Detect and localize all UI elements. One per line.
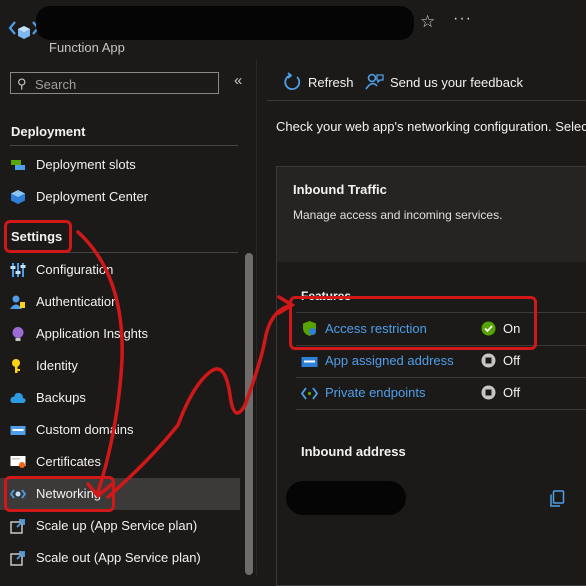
sidebar-item-label: Application Insights bbox=[36, 326, 149, 341]
search-input[interactable] bbox=[33, 74, 217, 94]
sidebar-item-label: Certificates bbox=[36, 454, 102, 469]
more-options-icon[interactable]: ··· bbox=[453, 10, 472, 28]
section-divider bbox=[10, 145, 238, 146]
sidebar-item-backups[interactable]: Backups bbox=[0, 382, 240, 414]
inbound-traffic-subtitle: Manage access and incoming services. bbox=[293, 208, 503, 222]
pane-divider bbox=[256, 60, 257, 575]
toolbar-divider bbox=[267, 100, 586, 101]
scale-out-icon bbox=[10, 551, 25, 566]
app-assigned-address-link[interactable]: App assigned address bbox=[325, 353, 454, 368]
annotation-box-access-restriction bbox=[289, 296, 537, 350]
custom-domains-icon bbox=[10, 426, 26, 435]
deployment-slots-icon bbox=[11, 160, 25, 170]
sidebar-item-label: Authentication bbox=[36, 294, 119, 309]
feature-row-divider bbox=[296, 409, 586, 410]
scale-up-icon bbox=[10, 519, 25, 534]
deployment-center-icon bbox=[11, 190, 25, 204]
sidebar-item-custom-domains[interactable]: Custom domains bbox=[0, 414, 240, 446]
section-deployment: Deployment bbox=[11, 124, 86, 139]
redacted-app-name bbox=[36, 6, 414, 40]
sidebar-item-scale-up[interactable]: Scale up (App Service plan) bbox=[0, 510, 240, 542]
app-type-subtitle: Function App bbox=[49, 40, 125, 55]
feature-row-divider bbox=[296, 377, 586, 378]
annotation-box-networking bbox=[4, 476, 115, 512]
sidebar-item-label: Scale out (App Service plan) bbox=[36, 550, 201, 565]
sidebar-scrollbar-thumb[interactable] bbox=[245, 253, 253, 575]
page-description: Check your web app's networking configur… bbox=[276, 119, 586, 134]
feedback-button[interactable]: Send us your feedback bbox=[390, 75, 523, 90]
refresh-button[interactable]: Refresh bbox=[308, 75, 354, 90]
inbound-traffic-title: Inbound Traffic bbox=[293, 182, 387, 197]
identity-icon bbox=[12, 359, 20, 373]
sidebar-item-configuration[interactable]: Configuration bbox=[0, 254, 240, 286]
sidebar-item-label: Backups bbox=[36, 390, 86, 405]
redacted-inbound-address bbox=[286, 481, 406, 515]
sidebar-item-label: Scale up (App Service plan) bbox=[36, 518, 198, 533]
sidebar-item-identity[interactable]: Identity bbox=[0, 350, 240, 382]
status-off-icon bbox=[481, 385, 496, 400]
sidebar-item-label: Deployment slots bbox=[36, 157, 136, 172]
app-assigned-address-icon bbox=[301, 353, 318, 370]
backups-icon bbox=[10, 392, 26, 403]
sidebar-item-label: Deployment Center bbox=[36, 189, 148, 204]
feedback-icon[interactable] bbox=[364, 72, 384, 92]
sidebar-item-label: Identity bbox=[36, 358, 78, 373]
collapse-sidebar-icon[interactable]: « bbox=[234, 72, 242, 89]
configuration-icon bbox=[10, 263, 26, 277]
certificates-icon bbox=[10, 456, 26, 468]
sidebar-item-deployment-slots[interactable]: Deployment slots bbox=[0, 149, 240, 181]
copy-icon[interactable] bbox=[548, 490, 566, 508]
sidebar-item-authentication[interactable]: Authentication bbox=[0, 286, 240, 318]
sidebar-item-certificates[interactable]: Certificates bbox=[0, 446, 240, 478]
sidebar-item-label: Custom domains bbox=[36, 422, 134, 437]
sidebar-item-label: Configuration bbox=[36, 262, 114, 277]
favorite-star-icon[interactable]: ☆ bbox=[420, 12, 435, 32]
application-insights-icon bbox=[12, 327, 24, 341]
refresh-icon[interactable] bbox=[282, 72, 302, 92]
sidebar-item-scale-out[interactable]: Scale out (App Service plan) bbox=[0, 542, 240, 574]
private-endpoints-link[interactable]: Private endpoints bbox=[325, 385, 425, 400]
annotation-box-settings bbox=[4, 220, 72, 253]
status-off-icon bbox=[481, 353, 496, 368]
sidebar-search-box[interactable]: ⚲ bbox=[10, 72, 219, 94]
inbound-address-heading: Inbound address bbox=[301, 444, 406, 459]
app-assigned-address-status: Off bbox=[503, 353, 521, 368]
search-icon: ⚲ bbox=[17, 76, 27, 91]
authentication-icon bbox=[10, 295, 25, 309]
sidebar-item-application-insights[interactable]: Application Insights bbox=[0, 318, 240, 350]
sidebar-item-deployment-center[interactable]: Deployment Center bbox=[0, 181, 240, 213]
private-endpoints-icon bbox=[300, 385, 319, 402]
private-endpoints-status: Off bbox=[503, 385, 521, 400]
